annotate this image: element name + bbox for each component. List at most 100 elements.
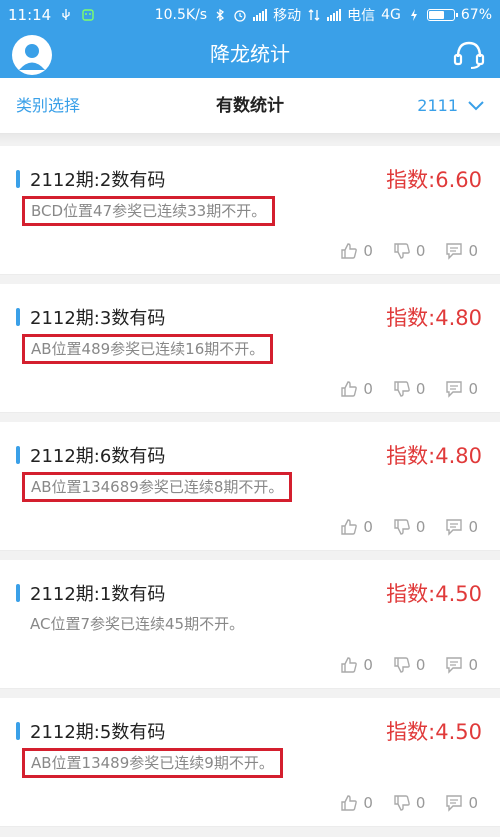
comment-icon bbox=[446, 243, 463, 260]
item-period: 2112期:2数有码 bbox=[30, 170, 166, 191]
app-bar: 降龙统计 bbox=[0, 30, 500, 78]
item-description: BCD位置47参奖已连续33期不开。 bbox=[22, 196, 276, 226]
item-description: AC位置7参奖已连续45期不开。 bbox=[30, 615, 245, 633]
like-count: 0 bbox=[363, 794, 373, 812]
like-button[interactable]: 0 bbox=[340, 794, 373, 812]
item-index: 指数:4.80 bbox=[386, 306, 482, 330]
item-description: AB位置134689参奖已连续8期不开。 bbox=[22, 472, 293, 502]
item-period: 2112期:5数有码 bbox=[30, 722, 166, 743]
android-icon bbox=[82, 9, 94, 21]
comment-button[interactable]: 0 bbox=[445, 380, 478, 398]
chevron-down-icon bbox=[468, 101, 484, 111]
like-count: 0 bbox=[363, 380, 373, 398]
comment-button[interactable]: 0 bbox=[445, 794, 478, 812]
item-index: 指数:4.50 bbox=[386, 720, 482, 744]
carrier-1: 移动 bbox=[273, 8, 302, 24]
item-actions: 0 0 0 bbox=[340, 242, 478, 260]
carrier-2: 电信 bbox=[347, 8, 376, 24]
like-count: 0 bbox=[363, 656, 373, 674]
dislike-count: 0 bbox=[415, 794, 426, 812]
item-index: 指数:4.80 bbox=[386, 444, 482, 468]
thumbs-down-icon bbox=[394, 381, 410, 397]
dislike-button[interactable]: 0 bbox=[393, 380, 426, 398]
item-index: 指数:6.60 bbox=[386, 168, 482, 192]
thumbs-down-icon bbox=[394, 519, 410, 535]
status-time: 11:14 bbox=[8, 6, 52, 24]
stats-list: 2112期:2数有码 指数:6.60 BCD位置47参奖已连续33期不开。 0 … bbox=[0, 146, 500, 836]
thumbs-up-icon bbox=[341, 381, 358, 397]
item-accent-bar bbox=[16, 170, 20, 188]
thumbs-up-icon bbox=[341, 657, 358, 673]
thumbs-down-icon bbox=[394, 243, 410, 259]
comment-icon bbox=[446, 381, 463, 398]
thumbs-down-icon bbox=[394, 657, 410, 673]
battery-icon bbox=[426, 9, 458, 21]
tab-bar-shadow bbox=[0, 134, 500, 144]
thumbs-up-icon bbox=[341, 243, 358, 259]
like-button[interactable]: 0 bbox=[340, 242, 373, 260]
item-period: 2112期:1数有码 bbox=[30, 584, 166, 605]
list-item[interactable]: 2112期:2数有码 指数:6.60 BCD位置47参奖已连续33期不开。 0 … bbox=[0, 146, 500, 275]
dislike-button[interactable]: 0 bbox=[393, 656, 426, 674]
category-select-button[interactable]: 类别选择 bbox=[16, 78, 80, 134]
item-description: AB位置489参奖已连续16期不开。 bbox=[22, 334, 274, 364]
comment-icon bbox=[446, 795, 463, 812]
usb-icon bbox=[62, 9, 70, 20]
list-item[interactable]: 2112期:1数有码 指数:4.50 AC位置7参奖已连续45期不开。 0 0 … bbox=[0, 560, 500, 689]
list-item[interactable]: 2112期:6数有码 指数:4.80 AB位置134689参奖已连续8期不开。 … bbox=[0, 422, 500, 551]
item-actions: 0 0 0 bbox=[340, 794, 478, 812]
list-item[interactable]: 2112期:5数有码 指数:4.50 AB位置13489参奖已连续9期不开。 0… bbox=[0, 698, 500, 827]
dislike-button[interactable]: 0 bbox=[393, 242, 426, 260]
network-speed: 10.5K/s bbox=[154, 7, 208, 23]
signal-icon-2 bbox=[327, 9, 342, 21]
list-item[interactable]: 2112期:3数有码 指数:4.80 AB位置489参奖已连续16期不开。 0 … bbox=[0, 284, 500, 413]
comment-count: 0 bbox=[468, 380, 478, 398]
comment-icon bbox=[446, 519, 463, 536]
dislike-button[interactable]: 0 bbox=[393, 794, 426, 812]
comment-icon bbox=[446, 657, 463, 674]
item-accent-bar bbox=[16, 584, 20, 602]
item-description: AB位置13489参奖已连续9期不开。 bbox=[22, 748, 283, 778]
comment-button[interactable]: 0 bbox=[445, 656, 478, 674]
comment-count: 0 bbox=[468, 242, 478, 260]
dislike-button[interactable]: 0 bbox=[393, 518, 426, 536]
period-dropdown[interactable]: 2111 bbox=[417, 78, 484, 134]
comment-button[interactable]: 0 bbox=[445, 518, 478, 536]
comment-count: 0 bbox=[468, 518, 478, 536]
like-button[interactable]: 0 bbox=[340, 380, 373, 398]
network-type: 4G bbox=[381, 7, 401, 23]
item-accent-bar bbox=[16, 308, 20, 326]
bluetooth-icon bbox=[216, 8, 225, 22]
status-bar: 11:14 10.5K/s 移动 电信 4G 67% bbox=[0, 0, 500, 30]
data-transfer-icon bbox=[308, 9, 320, 21]
item-period: 2112期:6数有码 bbox=[30, 446, 166, 467]
tab-bar: 类别选择 有数统计 2111 bbox=[0, 78, 500, 134]
period-dropdown-value: 2111 bbox=[417, 96, 458, 115]
like-count: 0 bbox=[363, 242, 373, 260]
like-button[interactable]: 0 bbox=[340, 518, 373, 536]
item-actions: 0 0 0 bbox=[340, 518, 478, 536]
page-title: 降龙统计 bbox=[210, 42, 290, 66]
comment-button[interactable]: 0 bbox=[445, 242, 478, 260]
like-button[interactable]: 0 bbox=[340, 656, 373, 674]
dislike-count: 0 bbox=[415, 656, 426, 674]
like-count: 0 bbox=[363, 518, 373, 536]
dislike-count: 0 bbox=[415, 242, 426, 260]
item-index: 指数:4.50 bbox=[386, 582, 482, 606]
thumbs-up-icon bbox=[341, 519, 358, 535]
headset-icon[interactable] bbox=[452, 37, 486, 71]
item-accent-bar bbox=[16, 446, 20, 464]
dislike-count: 0 bbox=[415, 518, 426, 536]
item-actions: 0 0 0 bbox=[340, 656, 478, 674]
comment-count: 0 bbox=[468, 656, 478, 674]
item-accent-bar bbox=[16, 722, 20, 740]
signal-icon bbox=[253, 9, 268, 21]
item-period: 2112期:3数有码 bbox=[30, 308, 166, 329]
alarm-icon bbox=[234, 10, 246, 22]
thumbs-down-icon bbox=[394, 795, 410, 811]
dislike-count: 0 bbox=[415, 380, 426, 398]
item-actions: 0 0 0 bbox=[340, 380, 478, 398]
thumbs-up-icon bbox=[341, 795, 358, 811]
battery-percent: 67% bbox=[460, 7, 492, 23]
comment-count: 0 bbox=[468, 794, 478, 812]
